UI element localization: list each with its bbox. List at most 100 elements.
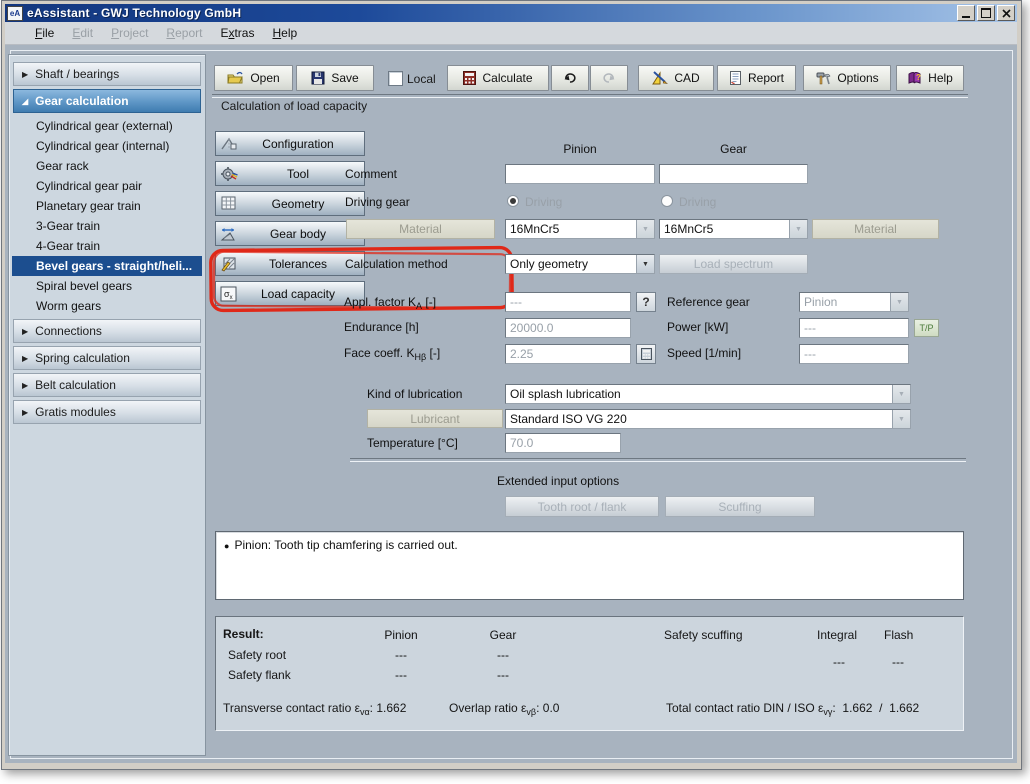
sidebar-item-cylindrical-gear-pair[interactable]: Cylindrical gear pair <box>12 176 202 196</box>
comment-pinion-input[interactable] <box>505 164 655 184</box>
sidebar-item-worm-gears[interactable]: Worm gears <box>12 296 202 316</box>
driving-gear-label: Driving gear <box>345 195 410 209</box>
temperature-input[interactable]: 70.0 <box>505 433 621 453</box>
menu-extras[interactable]: Extras <box>212 24 262 42</box>
cad-button[interactable]: CAD <box>638 65 714 91</box>
load-capacity-sigma-icon: σx <box>220 285 238 302</box>
sidebar-item-gear-rack[interactable]: Gear rack <box>12 156 202 176</box>
chevron-down-icon[interactable]: ▼ <box>636 255 654 273</box>
result-title: Result: <box>223 627 264 641</box>
scuffing-button[interactable]: Scuffing <box>665 496 815 517</box>
chevron-down-icon[interactable]: ▼ <box>890 293 908 311</box>
calculate-button[interactable]: Calculate <box>447 65 549 91</box>
menu-file[interactable]: File <box>27 24 62 42</box>
gear-body-button-label: Gear body <box>242 227 354 241</box>
sidebar-section-label: Belt calculation <box>35 378 116 392</box>
chevron-down-icon[interactable]: ▼ <box>789 220 807 238</box>
tooth-root-flank-button[interactable]: Tooth root / flank <box>505 496 659 517</box>
tolerances-button-label: Tolerances <box>242 257 354 271</box>
sidebar-item-3-gear-train[interactable]: 3-Gear train <box>12 216 202 236</box>
material-gear-select[interactable]: 16MnCr5 ▼ <box>659 219 808 239</box>
driving-pinion-radio-label: Driving <box>525 195 562 209</box>
menu-report[interactable]: Report <box>158 24 210 42</box>
local-checkbox-label: Local <box>407 72 436 86</box>
comment-label: Comment <box>345 167 397 181</box>
chevron-down-icon[interactable]: ▼ <box>636 220 654 238</box>
redo-button[interactable] <box>590 65 628 91</box>
options-button[interactable]: Options <box>803 65 891 91</box>
sidebar-section-gear-calculation[interactable]: ◢Gear calculation <box>13 89 201 113</box>
overlap-ratio: Overlap ratio εvβ: 0.0 <box>449 701 559 717</box>
maximize-icon <box>981 8 991 18</box>
report-button[interactable]: Report <box>717 65 796 91</box>
reference-gear-select[interactable]: Pinion ▼ <box>799 292 909 312</box>
chevron-down-icon[interactable]: ▼ <box>892 410 910 428</box>
local-checkbox[interactable] <box>388 71 403 86</box>
power-input[interactable]: --- <box>799 318 909 338</box>
lubricant-button[interactable]: Lubricant <box>367 409 503 428</box>
face-coeff-input[interactable]: 2.25 <box>505 344 631 364</box>
lubrication-label: Kind of lubrication <box>367 387 462 401</box>
sidebar-item-spiral-bevel-gears[interactable]: Spiral bevel gears <box>12 276 202 296</box>
driving-pinion-radio[interactable] <box>507 195 519 207</box>
close-button[interactable] <box>997 5 1015 21</box>
gear-column-header: Gear <box>659 142 808 156</box>
lubricant-select[interactable]: Standard ISO VG 220 ▼ <box>505 409 911 429</box>
load-capacity-button[interactable]: σx Load capacity <box>215 281 365 306</box>
sidebar-item-planetary-gear-train[interactable]: Planetary gear train <box>12 196 202 216</box>
safety-root-label: Safety root <box>228 648 286 662</box>
open-button[interactable]: Open <box>214 65 293 91</box>
tolerances-icon <box>220 255 238 272</box>
sidebar-item-cylindrical-gear-external[interactable]: Cylindrical gear (external) <box>12 116 202 136</box>
sidebar-item-bevel-gears[interactable]: Bevel gears - straight/heli... <box>12 256 202 276</box>
material-gear-value: 16MnCr5 <box>660 220 789 238</box>
sidebar-section-spring-calculation[interactable]: ▶Spring calculation <box>13 346 201 370</box>
minimize-button[interactable] <box>957 5 975 21</box>
speed-input[interactable]: --- <box>799 344 909 364</box>
sidebar-section-connections[interactable]: ▶Connections <box>13 319 201 343</box>
material-button-left[interactable]: Material <box>346 219 495 239</box>
help-button[interactable]: ? Help <box>896 65 964 91</box>
material-pinion-select[interactable]: 16MnCr5 ▼ <box>505 219 655 239</box>
geometry-button[interactable]: Geometry <box>215 191 365 216</box>
load-spectrum-button[interactable]: Load spectrum <box>659 254 808 274</box>
help-book-icon: ? <box>907 71 922 85</box>
form-separator <box>350 458 966 462</box>
menu-project[interactable]: Project <box>103 24 156 42</box>
geometry-button-label: Geometry <box>242 197 354 211</box>
driving-gear-radio[interactable] <box>661 195 673 207</box>
configuration-button[interactable]: Configuration <box>215 131 365 156</box>
tolerances-button[interactable]: Tolerances <box>215 251 365 276</box>
sidebar-section-label: Shaft / bearings <box>35 67 119 81</box>
appl-factor-help-button[interactable]: ? <box>636 292 656 312</box>
menu-edit[interactable]: Edit <box>64 24 101 42</box>
sidebar-section-gratis-modules[interactable]: ▶Gratis modules <box>13 400 201 424</box>
sidebar-section-belt-calculation[interactable]: ▶Belt calculation <box>13 373 201 397</box>
comment-gear-input[interactable] <box>659 164 808 184</box>
undo-button[interactable] <box>551 65 589 91</box>
report-button-label: Report <box>748 71 784 85</box>
chevron-down-icon[interactable]: ▼ <box>892 385 910 403</box>
calculation-method-select[interactable]: Only geometry ▼ <box>505 254 655 274</box>
open-folder-icon <box>227 71 244 85</box>
window-title: eAssistant - GWJ Technology GmbH <box>27 6 241 20</box>
open-button-label: Open <box>250 71 279 85</box>
sidebar-item-cylindrical-gear-internal[interactable]: Cylindrical gear (internal) <box>12 136 202 156</box>
maximize-button[interactable] <box>977 5 995 21</box>
endurance-input[interactable]: 20000.0 <box>505 318 631 338</box>
sidebar-section-shaft-bearings[interactable]: ▶Shaft / bearings <box>13 62 201 86</box>
configuration-button-label: Configuration <box>242 137 354 151</box>
app-root: eA eAssistant - GWJ Technology GmbH File… <box>0 0 1030 784</box>
torque-power-toggle-button[interactable]: T/P <box>914 319 939 337</box>
menu-help[interactable]: Help <box>264 24 305 42</box>
save-button[interactable]: Save <box>296 65 374 91</box>
svg-text:?: ? <box>916 73 921 82</box>
tool-button[interactable]: Tool <box>215 161 365 186</box>
sidebar-item-4-gear-train[interactable]: 4-Gear train <box>12 236 202 256</box>
face-coeff-calculator-button[interactable] <box>636 344 656 364</box>
gear-body-button[interactable]: Gear body <box>215 221 365 246</box>
appl-factor-input[interactable]: --- <box>505 292 631 312</box>
tools-icon <box>815 71 831 85</box>
lubrication-select[interactable]: Oil splash lubrication ▼ <box>505 384 911 404</box>
material-button-right[interactable]: Material <box>812 219 939 239</box>
